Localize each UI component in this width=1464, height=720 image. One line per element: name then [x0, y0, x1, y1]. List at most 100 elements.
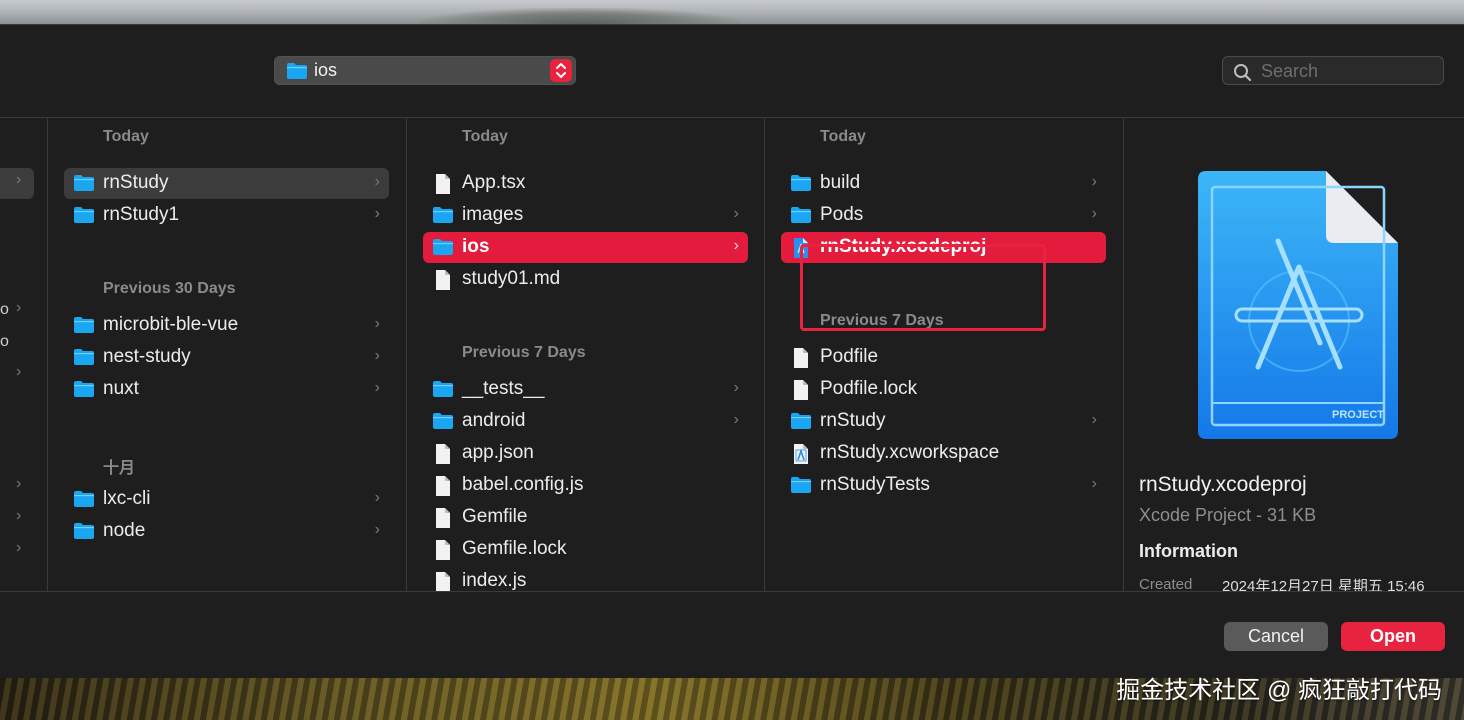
item-name: nuxt — [103, 378, 139, 399]
file-row[interactable]: Podfile.lock — [781, 374, 1106, 405]
chevron-right-icon: › — [733, 379, 739, 396]
chevron-right-icon: › — [374, 315, 380, 332]
chevron-right-icon: › — [374, 379, 380, 396]
folder-row[interactable]: rnStudy › — [781, 406, 1106, 437]
item-name: Pods — [820, 204, 864, 225]
file-row[interactable]: study01.md — [423, 264, 748, 295]
item-name: app.json — [462, 442, 534, 463]
wallpaper-hill — [420, 8, 740, 24]
folder-icon — [790, 206, 812, 229]
folder-row[interactable]: rnStudy › — [64, 168, 389, 199]
folder-icon — [73, 348, 95, 371]
watermark-text: 掘金技术社区 @ 疯狂敲打代码 — [1116, 677, 1442, 704]
folder-icon — [73, 522, 95, 545]
browser-column-1: Today rnStudy › rnStudy1 › Previous 30 Days mi… — [48, 118, 407, 591]
folder-icon — [790, 174, 812, 197]
item-name: rnStudyTests — [820, 474, 930, 495]
open-button[interactable]: Open — [1341, 622, 1445, 651]
document-icon — [790, 380, 812, 405]
section-header: Previous 30 Days — [103, 280, 236, 297]
item-name: build — [820, 172, 861, 193]
item-name: rnStudy.xcworkspace — [820, 442, 1000, 463]
project-badge-text: PROJECT — [1332, 409, 1384, 421]
folder-row[interactable]: ios › — [423, 232, 748, 263]
bottom-divider — [0, 591, 1464, 592]
folder-row[interactable]: Pods › — [781, 200, 1106, 231]
document-icon — [432, 270, 454, 295]
chevron-right-icon: › — [1091, 411, 1097, 428]
preview-pane: PROJECT rnStudy.xcodeproj Xcode Project … — [1124, 118, 1464, 591]
xcode-workspace-icon — [790, 444, 812, 469]
item-name: lxc-cli — [103, 488, 151, 509]
folder-icon — [73, 490, 95, 513]
folder-row[interactable]: microbit-ble-vue › — [64, 310, 389, 341]
chevron-right-icon: › — [733, 237, 739, 254]
chevron-right-icon: › — [16, 299, 22, 316]
path-popup-button[interactable]: ios — [274, 56, 576, 85]
created-label: Created — [1139, 576, 1193, 591]
folder-row[interactable]: images › — [423, 200, 748, 231]
chevron-right-icon: › — [733, 411, 739, 428]
folder-row[interactable]: android › — [423, 406, 748, 437]
preview-file-name: rnStudy.xcodeproj — [1139, 473, 1307, 496]
folder-icon — [790, 476, 812, 499]
chevron-right-icon: › — [16, 475, 22, 492]
item-name: study01.md — [462, 268, 561, 289]
folder-icon — [73, 174, 95, 197]
file-row[interactable]: app.json — [423, 438, 748, 469]
item-name: App.tsx — [462, 172, 526, 193]
browser-column-3: Today build › Pods › rnStudy.xcodeproj Previou… — [765, 118, 1124, 591]
chevron-right-icon: › — [733, 205, 739, 222]
search-field[interactable] — [1222, 56, 1444, 85]
folder-row[interactable]: rnStudyTests › — [781, 470, 1106, 501]
folder-row[interactable]: nuxt › — [64, 374, 389, 405]
search-icon — [1234, 64, 1252, 81]
file-row[interactable]: index.js — [423, 566, 748, 591]
file-row[interactable]: App.tsx — [423, 168, 748, 199]
desktop-wallpaper-top — [0, 0, 1464, 24]
folder-row[interactable]: node › — [64, 516, 389, 547]
item-name: Gemfile.lock — [462, 538, 567, 559]
file-row[interactable]: Podfile — [781, 342, 1106, 373]
folder-row[interactable]: nest-study › — [64, 342, 389, 373]
document-icon — [432, 572, 454, 591]
folder-row[interactable]: lxc-cli › — [64, 484, 389, 515]
xcode-project-icon: PROJECT — [1198, 171, 1400, 444]
folder-icon — [432, 238, 454, 261]
file-row[interactable]: Gemfile — [423, 502, 748, 533]
file-row[interactable]: Gemfile.lock — [423, 534, 748, 565]
truncated-item-label: o — [0, 301, 9, 318]
item-name: android — [462, 410, 526, 431]
document-icon — [432, 476, 454, 501]
folder-icon — [432, 380, 454, 403]
folder-icon — [286, 62, 308, 85]
folder-row[interactable]: rnStudy1 › — [64, 200, 389, 231]
folder-icon — [73, 380, 95, 403]
item-name: rnStudy — [820, 410, 886, 431]
popup-stepper-icon — [550, 59, 572, 82]
path-popup-label: ios — [314, 60, 338, 80]
browser-column-2: Today App.tsx images › ios › study01.md Previou… — [407, 118, 765, 591]
created-value: 2024年12月27日 星期五 15:46 — [1222, 578, 1425, 591]
item-name: babel.config.js — [462, 474, 584, 495]
file-row[interactable]: babel.config.js — [423, 470, 748, 501]
preview-file-kind: Xcode Project - 31 KB — [1139, 505, 1317, 525]
item-name: nest-study — [103, 346, 191, 367]
file-row[interactable]: rnStudy.xcworkspace — [781, 438, 1106, 469]
folder-row[interactable]: build › — [781, 168, 1106, 199]
document-icon — [790, 348, 812, 373]
chevron-right-icon: › — [16, 171, 22, 188]
truncated-item-label: o — [0, 333, 9, 350]
chevron-right-icon: › — [374, 347, 380, 364]
folder-row[interactable]: __tests__ › — [423, 374, 748, 405]
cancel-button[interactable]: Cancel — [1224, 622, 1328, 651]
item-name: Gemfile — [462, 506, 528, 527]
chevron-right-icon: › — [16, 507, 22, 524]
browser-column-0: › › o o › › › › — [0, 118, 48, 591]
folder-icon — [73, 206, 95, 229]
search-input[interactable] — [1261, 60, 1436, 82]
section-header: 十月 — [103, 460, 136, 477]
chevron-right-icon: › — [374, 205, 380, 222]
item-name: images — [462, 204, 524, 225]
item-name: ios — [462, 236, 490, 257]
